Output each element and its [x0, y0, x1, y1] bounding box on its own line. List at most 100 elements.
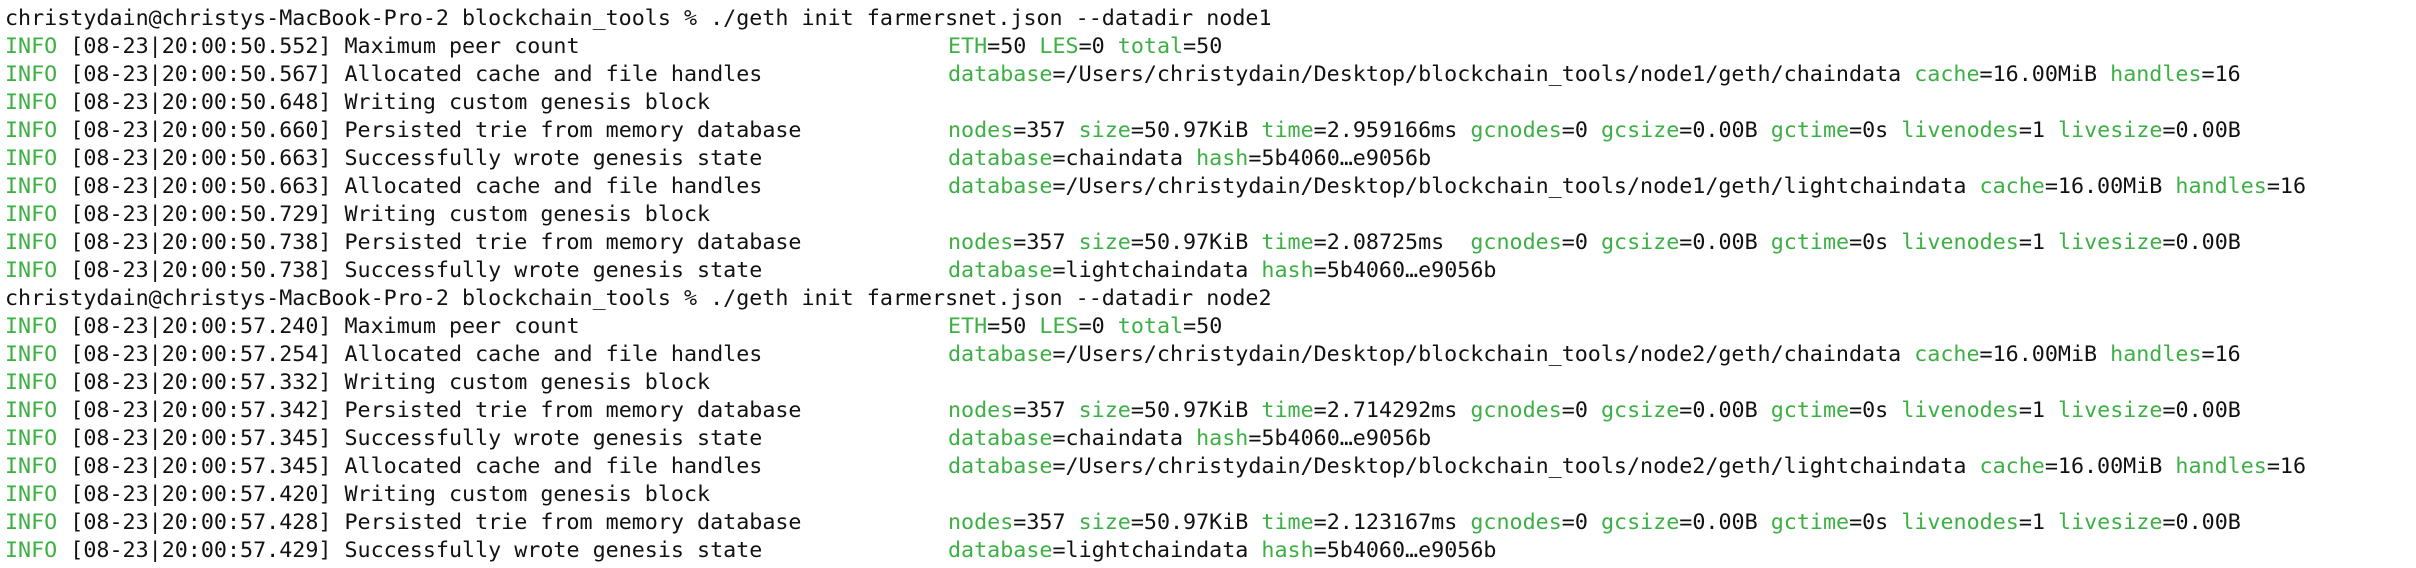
log-line: INFO [08-23|20:00:57.428] Persisted trie…: [5, 509, 2416, 537]
field-key: cache: [1979, 454, 2045, 479]
field-value: 0.00B: [2175, 118, 2241, 143]
log-level: INFO: [5, 230, 58, 255]
field-value: 16: [2279, 454, 2307, 479]
field-value: /Users/christydain/Desktop/blockchain_to…: [1065, 174, 1967, 199]
log-line: INFO [08-23|20:00:57.345] Successfully w…: [5, 425, 2416, 453]
field-key: gctime: [1770, 510, 1850, 535]
field-key: database: [948, 426, 1053, 451]
log-fields: ETH=50 LES=0 total=50: [948, 314, 1223, 339]
field-key: gctime: [1770, 118, 1850, 143]
field-value: 5b4060…e9056b: [1261, 426, 1432, 451]
field-value: 5b4060…e9056b: [1326, 538, 1497, 563]
log-line: INFO [08-23|20:00:57.332] Writing custom…: [5, 369, 2416, 397]
field-value: 50.97KiB: [1143, 510, 1249, 535]
log-level: INFO: [5, 426, 58, 451]
log-timestamp: [08-23|20:00:50.567]: [70, 62, 332, 87]
field-value: 0: [1574, 230, 1588, 255]
log-line: INFO [08-23|20:00:57.240] Maximum peer c…: [5, 313, 2416, 341]
prompt-command: christydain@christys-MacBook-Pro-2 block…: [5, 6, 1272, 31]
log-message: Writing custom genesis block: [344, 202, 711, 227]
log-message: Persisted trie from memory database: [344, 398, 802, 423]
field-key: gcsize: [1600, 398, 1680, 423]
log-fields: database=lightchaindata hash=5b4060…e905…: [948, 538, 1497, 563]
field-key: ETH: [948, 34, 988, 59]
log-message: Allocated cache and file handles: [344, 62, 763, 87]
field-key: nodes: [948, 230, 1014, 255]
field-key: gcsize: [1600, 230, 1680, 255]
log-message: Persisted trie from memory database: [344, 118, 802, 143]
log-level: INFO: [5, 258, 58, 283]
field-key: nodes: [948, 118, 1014, 143]
field-value: 357: [1026, 118, 1066, 143]
log-level: INFO: [5, 62, 58, 87]
log-level: INFO: [5, 342, 58, 367]
field-key: hash: [1196, 426, 1249, 451]
field-key: gcnodes: [1470, 118, 1562, 143]
log-line: INFO [08-23|20:00:57.342] Persisted trie…: [5, 397, 2416, 425]
field-key: size: [1078, 118, 1131, 143]
field-value: 0: [1091, 34, 1105, 59]
field-key: database: [948, 258, 1053, 283]
log-level: INFO: [5, 454, 58, 479]
field-value: 0.00B: [2175, 398, 2241, 423]
field-value: 0: [1574, 398, 1588, 423]
field-value: 16.00MiB: [2057, 174, 2163, 199]
log-level: INFO: [5, 146, 58, 171]
field-value: 1: [2031, 510, 2045, 535]
log-timestamp: [08-23|20:00:57.429]: [70, 538, 332, 563]
field-value: 357: [1026, 510, 1066, 535]
field-key: time: [1261, 510, 1314, 535]
field-key: handles: [2110, 342, 2202, 367]
field-key: hash: [1261, 258, 1314, 283]
field-value: 0.00B: [1692, 118, 1758, 143]
field-key: database: [948, 174, 1053, 199]
log-line: INFO [08-23|20:00:50.552] Maximum peer c…: [5, 33, 2416, 61]
field-value: 357: [1026, 230, 1066, 255]
log-timestamp: [08-23|20:00:50.552]: [70, 34, 332, 59]
field-value: 2.714292ms: [1326, 398, 1458, 423]
log-level: INFO: [5, 538, 58, 563]
log-line: INFO [08-23|20:00:57.420] Writing custom…: [5, 481, 2416, 509]
field-value: chaindata: [1065, 426, 1184, 451]
log-line: INFO [08-23|20:00:50.660] Persisted trie…: [5, 117, 2416, 145]
field-key: size: [1078, 230, 1131, 255]
log-line: INFO [08-23|20:00:50.738] Successfully w…: [5, 257, 2416, 285]
field-key: cache: [1914, 62, 1980, 87]
log-timestamp: [08-23|20:00:57.332]: [70, 370, 332, 395]
log-fields: database=/Users/christydain/Desktop/bloc…: [948, 454, 2307, 479]
field-key: size: [1078, 398, 1131, 423]
field-value: 0: [1574, 118, 1588, 143]
field-key: LES: [1039, 34, 1079, 59]
log-line: INFO [08-23|20:00:57.254] Allocated cach…: [5, 341, 2416, 369]
field-key: time: [1261, 398, 1314, 423]
log-line: INFO [08-23|20:00:50.663] Allocated cach…: [5, 173, 2416, 201]
log-fields: database=/Users/christydain/Desktop/bloc…: [948, 342, 2241, 367]
log-level: INFO: [5, 510, 58, 535]
field-value: 1: [2031, 230, 2045, 255]
field-value: 16.00MiB: [1992, 342, 2098, 367]
field-key: gcnodes: [1470, 398, 1562, 423]
field-value: 0s: [1862, 510, 1889, 535]
field-value: chaindata: [1065, 146, 1184, 171]
log-timestamp: [08-23|20:00:57.420]: [70, 482, 332, 507]
field-value: 16: [2214, 62, 2241, 87]
log-timestamp: [08-23|20:00:57.254]: [70, 342, 332, 367]
field-key: handles: [2110, 62, 2202, 87]
log-timestamp: [08-23|20:00:50.663]: [70, 146, 332, 171]
field-value: 0.00B: [2175, 510, 2241, 535]
field-key: database: [948, 538, 1053, 563]
log-message: Persisted trie from memory database: [344, 510, 802, 535]
prompt-line: christydain@christys-MacBook-Pro-2 block…: [5, 285, 2416, 313]
field-value: 2.959166ms: [1326, 118, 1458, 143]
field-key: database: [948, 146, 1053, 171]
field-key: size: [1078, 510, 1131, 535]
log-level: INFO: [5, 90, 58, 115]
log-line: INFO [08-23|20:00:50.738] Persisted trie…: [5, 229, 2416, 257]
log-level: INFO: [5, 174, 58, 199]
log-timestamp: [08-23|20:00:50.663]: [70, 174, 332, 199]
log-timestamp: [08-23|20:00:50.660]: [70, 118, 332, 143]
field-key: hash: [1196, 146, 1249, 171]
field-key: gcsize: [1600, 510, 1680, 535]
terminal-output[interactable]: christydain@christys-MacBook-Pro-2 block…: [0, 0, 2416, 568]
field-key: database: [948, 342, 1053, 367]
